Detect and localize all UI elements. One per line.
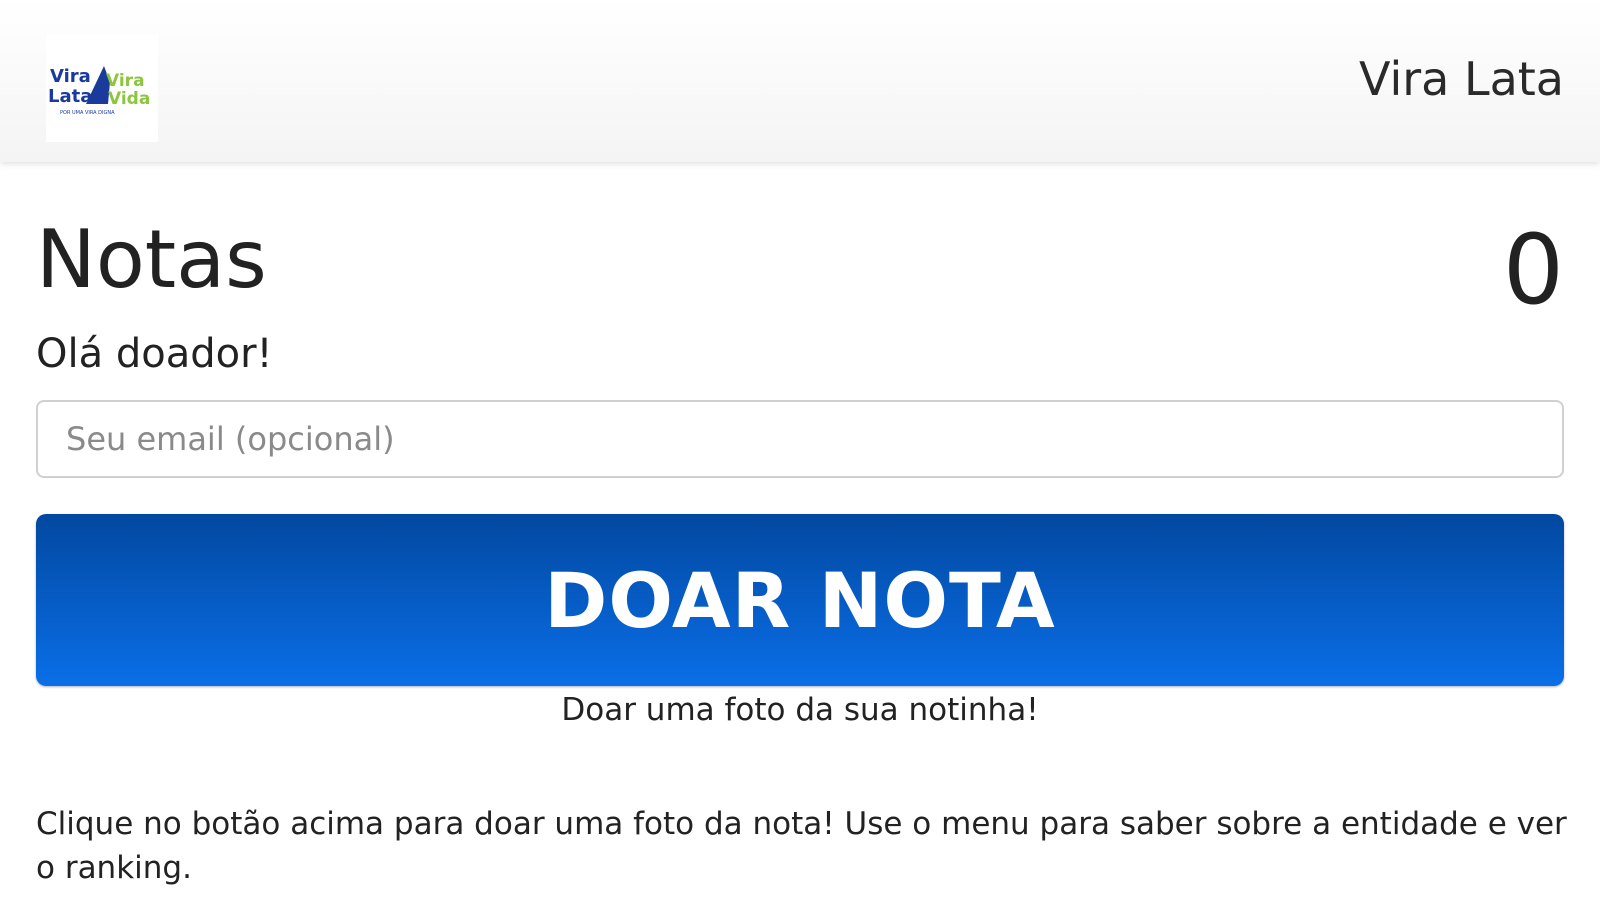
donate-note-button[interactable]: DOAR NOTA	[36, 514, 1564, 686]
site-logo[interactable]: Vira Lata Vira Vida POR UMA VIRA DIGNA	[46, 34, 158, 142]
greeting-text: Olá doador!	[36, 331, 273, 377]
svg-text:Vira: Vira	[106, 71, 145, 91]
logo-icon: Vira Lata Vira Vida POR UMA VIRA DIGNA	[48, 66, 150, 116]
top-navbar: Vira Lata Vira Vida POR UMA VIRA DIGNA V…	[0, 0, 1600, 162]
svg-text:Vira: Vira	[50, 66, 91, 87]
donate-caption: Doar uma foto da sua notinha!	[561, 692, 1039, 728]
svg-text:Lata: Lata	[48, 86, 92, 107]
page-title: Notas	[36, 213, 267, 306]
brand-link[interactable]: Vira Lata	[1359, 52, 1564, 106]
notes-count: 0	[1502, 214, 1564, 326]
svg-text:Vida: Vida	[108, 89, 150, 109]
svg-text:POR UMA VIRA DIGNA: POR UMA VIRA DIGNA	[60, 110, 115, 116]
email-field[interactable]	[36, 400, 1564, 478]
instructions-text: Clique no botão acima para doar uma foto…	[36, 806, 1567, 886]
